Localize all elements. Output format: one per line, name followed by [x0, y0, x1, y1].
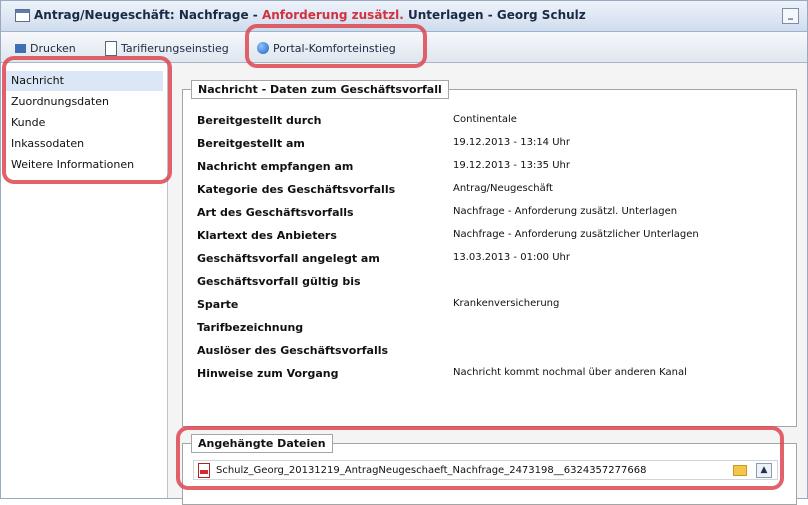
globe-icon [257, 42, 269, 54]
attachment-filename[interactable]: Schulz_Georg_20131219_AntragNeugeschaeft… [216, 465, 646, 476]
application-window: Antrag/Neugeschäft: Nachfrage - Anforder… [0, 0, 808, 505]
window-title: Antrag/Neugeschäft: Nachfrage - Anforder… [34, 8, 586, 22]
portal-entry-label: Portal-Komforteinstieg [273, 41, 396, 55]
attachment-file-row[interactable]: Schulz_Georg_20131219_AntragNeugeschaeft… [193, 460, 778, 480]
tariff-entry-button[interactable]: Tarifierungseinstieg [105, 39, 229, 57]
detail-value: 13.03.2013 - 01:00 Uhr [453, 252, 570, 263]
window-title-prefix: Antrag/Neugeschäft: Nachfrage - [34, 8, 262, 22]
sidebar-nav: Nachricht Zuordnungsdaten Kunde Inkassod… [1, 63, 168, 498]
detail-row: Bereitgestellt am 19.12.2013 - 13:14 Uhr [197, 137, 787, 157]
detail-label: Geschäftsvorfall gültig bis [197, 275, 361, 288]
detail-label: Sparte [197, 298, 239, 311]
detail-value: Nachricht kommt nochmal über anderen Kan… [453, 367, 687, 378]
detail-label: Bereitgestellt am [197, 137, 305, 150]
detail-value: Nachfrage - Anforderung zusätzl. Unterla… [453, 206, 678, 217]
detail-value: Antrag/Neugeschäft [453, 183, 553, 194]
sidebar-item-weitere-informationen[interactable]: Weitere Informationen [5, 155, 163, 175]
message-panel-legend: Nachricht - Daten zum Geschäftsvorfall [191, 80, 449, 99]
detail-label: Tarifbezeichnung [197, 321, 304, 334]
print-button[interactable]: Drucken [15, 39, 76, 57]
detail-label: Klartext des Anbieters [197, 229, 337, 242]
sidebar-item-inkassodaten[interactable]: Inkassodaten [5, 134, 163, 154]
detail-row: Sparte Krankenversicherung [197, 298, 787, 318]
print-label: Drucken [30, 41, 76, 55]
pdf-icon [198, 462, 210, 478]
scroll-up-button[interactable]: ▲ [756, 463, 772, 478]
detail-label: Nachricht empfangen am [197, 160, 354, 173]
sidebar-item-kunde[interactable]: Kunde [5, 113, 163, 133]
detail-row: Kategorie des Geschäftsvorfalls Antrag/Ne… [197, 183, 787, 203]
detail-label: Auslöser des Geschäftsvorfalls [197, 344, 389, 357]
window-title-highlight: Anforderung zusätzl. [261, 8, 404, 22]
detail-label: Geschäftsvorfall angelegt am [197, 252, 380, 265]
detail-row: Geschäftsvorfall angelegt am 13.03.2013 -… [197, 252, 787, 272]
detail-row: Auslöser des Geschäftsvorfalls [197, 344, 787, 364]
detail-label: Bereitgestellt durch [197, 114, 322, 127]
detail-row: Tarifbezeichnung [197, 321, 787, 341]
sidebar-item-nachricht[interactable]: Nachricht [5, 71, 163, 91]
detail-row: Art des Geschäftsvorfalls Nachfrage - Anf… [197, 206, 787, 226]
portal-entry-button[interactable]: Portal-Komforteinstieg [257, 39, 396, 57]
window-icon [15, 9, 30, 22]
print-icon [15, 43, 26, 53]
sidebar-item-zuordnungsdaten[interactable]: Zuordnungsdaten [5, 92, 163, 112]
document-icon [105, 40, 117, 56]
detail-label: Art des Geschäftsvorfalls [197, 206, 354, 219]
message-details-panel: Nachricht - Daten zum Geschäftsvorfall B… [182, 80, 797, 427]
detail-label: Hinweise zum Vorgang [197, 367, 339, 380]
detail-value: Krankenversicherung [453, 298, 560, 309]
title-bar: Antrag/Neugeschäft: Nachfrage - Anforder… [1, 1, 807, 32]
detail-row: Geschäftsvorfall gültig bis [197, 275, 787, 295]
detail-row: Bereitgestellt durch Continentale [197, 114, 787, 134]
detail-value: Continentale [453, 114, 517, 125]
detail-row: Nachricht empfangen am 19.12.2013 - 13:35… [197, 160, 787, 180]
attachments-panel: Angehängte Dateien Schulz_Georg_20131219… [182, 434, 797, 505]
detail-value: Nachfrage - Anforderung zusätzlicher Unt… [453, 229, 699, 240]
detail-label: Kategorie des Geschäftsvorfalls [197, 183, 396, 196]
detail-row: Klartext des Anbieters Nachfrage - Anford… [197, 229, 787, 249]
toolbar: Drucken Tarifierungseinstieg Portal-Komf… [1, 32, 807, 63]
detail-row: Hinweise zum Vorgang Nachricht kommt noch… [197, 367, 787, 387]
detail-value: 19.12.2013 - 13:14 Uhr [453, 137, 570, 148]
tariff-entry-label: Tarifierungseinstieg [121, 41, 229, 55]
detail-value: 19.12.2013 - 13:35 Uhr [453, 160, 570, 171]
folder-icon[interactable] [733, 465, 747, 476]
window-title-suffix: Unterlagen - Georg Schulz [403, 8, 586, 22]
attachments-panel-legend: Angehängte Dateien [191, 434, 333, 453]
minimize-button[interactable]: _ [782, 8, 799, 24]
main-content: Nachricht - Daten zum Geschäftsvorfall B… [168, 63, 807, 505]
